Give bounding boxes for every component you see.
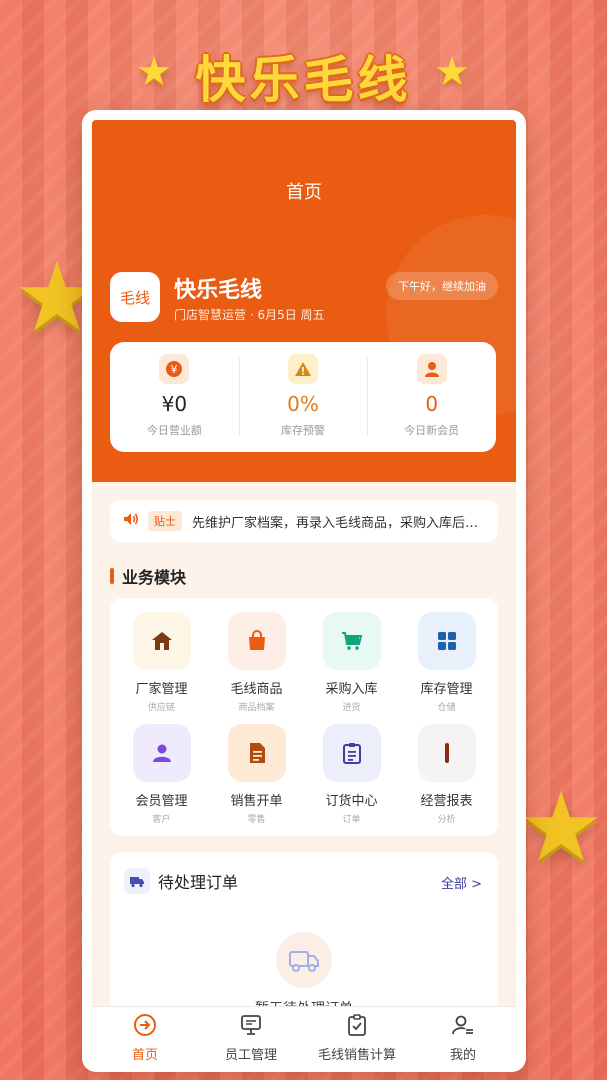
- module-sub: 客户: [152, 815, 171, 825]
- member-icon: [132, 724, 191, 782]
- tip-notice[interactable]: 贴士 先维护厂家档案，再录入毛线商品，采购入库后…: [110, 500, 498, 542]
- grid-icon: [417, 612, 476, 670]
- bottom-tab-bar: 首页 员工管理 毛线销售计算 我的: [92, 1006, 516, 1064]
- tab-label: 毛线销售计算: [317, 1048, 396, 1063]
- module-sales-order[interactable]: 销售开单 零售: [209, 724, 304, 834]
- tab-profile[interactable]: 我的: [410, 1007, 516, 1064]
- module-label: 经营报表: [420, 794, 473, 809]
- module-label: 订货中心: [325, 794, 378, 809]
- orders-title: 待处理订单: [158, 873, 239, 892]
- tab-label: 员工管理: [224, 1048, 277, 1063]
- module-label: 库存管理: [420, 682, 473, 697]
- page-title: 首页: [286, 182, 322, 203]
- store-subtitle: 门店智慧运营 · 6月5日 周五: [174, 308, 325, 322]
- star-icon: ★: [434, 49, 470, 95]
- clipboard-check-icon: [345, 1013, 369, 1041]
- module-reports[interactable]: 经营报表 分析: [399, 724, 494, 834]
- warning-icon: [288, 354, 318, 384]
- module-sub: 商品档案: [238, 703, 275, 713]
- stat-value: 0: [425, 392, 439, 416]
- checklist-icon: [322, 724, 381, 782]
- tab-yarn-calculator[interactable]: 毛线销售计算: [304, 1007, 410, 1064]
- stat-revenue[interactable]: ¥ ¥0 今日营业额: [110, 354, 239, 440]
- house-icon: [132, 612, 191, 670]
- yarn-star-decoration: ★: [517, 771, 605, 883]
- user-icon: [416, 354, 447, 384]
- document-icon: [227, 724, 286, 782]
- module-label: 采购入库: [325, 682, 378, 697]
- module-sub: 订单: [342, 815, 361, 825]
- stat-label: 今日新会员: [404, 424, 460, 437]
- tip-tag: 贴士: [148, 511, 182, 531]
- module-label: 会员管理: [135, 794, 188, 809]
- stat-value: ¥0: [161, 392, 188, 416]
- truck-icon: [124, 868, 150, 894]
- module-sub: 进货: [342, 703, 361, 713]
- phone-frame: 首页 毛线 快乐毛线 门店智慧运营 · 6月5日 周五 下午好，继续加油 ¥ ¥…: [82, 110, 526, 1072]
- module-yarn-products[interactable]: 毛线商品 商品档案: [209, 612, 304, 722]
- stats-card: ¥ ¥0 今日营业额 0% 库存预警 0 今日新会员: [110, 342, 496, 452]
- tab-label: 首页: [131, 1048, 158, 1063]
- bar-icon: [417, 724, 476, 782]
- module-label: 毛线商品: [230, 682, 283, 697]
- module-sub: 零售: [247, 815, 266, 825]
- store-logo: 毛线: [110, 272, 160, 322]
- stat-stock-warning[interactable]: 0% 库存预警: [238, 354, 368, 440]
- tab-label: 我的: [449, 1048, 476, 1063]
- cart-icon: [322, 612, 381, 670]
- module-vendor[interactable]: 厂家管理 供应链: [114, 612, 209, 722]
- module-sub: 供应链: [147, 703, 175, 713]
- modules-grid: 厂家管理 供应链 毛线商品 商品档案 采购入库 进货 库存管理 仓储 会员管理 …: [110, 598, 498, 836]
- module-sub: 分析: [437, 815, 456, 825]
- tab-staff[interactable]: 员工管理: [198, 1007, 304, 1064]
- modules-section-header: 业务模块: [110, 564, 186, 588]
- stat-value: 0%: [287, 392, 319, 416]
- tab-home[interactable]: 首页: [92, 1007, 198, 1064]
- stat-label: 库存预警: [281, 424, 325, 437]
- shopping-bag-icon: [227, 612, 286, 670]
- hero-header: 首页 毛线 快乐毛线 门店智慧运营 · 6月5日 周五 下午好，继续加油 ¥ ¥…: [92, 120, 516, 482]
- truck-icon: [276, 932, 332, 988]
- module-label: 销售开单: [230, 794, 283, 809]
- promo-title: 快乐毛线: [195, 51, 412, 109]
- app-screen: 首页 毛线 快乐毛线 门店智慧运营 · 6月5日 周五 下午好，继续加油 ¥ ¥…: [92, 120, 516, 1064]
- module-label: 厂家管理: [135, 682, 188, 697]
- section-title: 业务模块: [122, 568, 187, 587]
- tip-text: 先维护厂家档案，再录入毛线商品，采购入库后…: [192, 515, 479, 531]
- module-inventory[interactable]: 库存管理 仓储: [399, 612, 494, 722]
- module-order-center[interactable]: 订货中心 订单: [304, 724, 399, 834]
- stat-label: 今日营业额: [146, 424, 202, 437]
- store-name: 快乐毛线: [174, 278, 263, 303]
- greeting-badge: 下午好，继续加油: [386, 272, 498, 300]
- view-all-orders-link[interactable]: 全部 >: [441, 873, 482, 892]
- stat-new-members[interactable]: 0 今日新会员: [367, 354, 496, 440]
- module-purchase-in[interactable]: 采购入库 进货: [304, 612, 399, 722]
- monitor-icon: [239, 1013, 263, 1041]
- module-members[interactable]: 会员管理 客户: [114, 724, 209, 834]
- module-sub: 仓储: [437, 703, 456, 713]
- person-list-icon: [451, 1013, 475, 1041]
- yuan-icon: ¥: [159, 354, 190, 384]
- svg-text:¥: ¥: [171, 363, 178, 376]
- arrow-circle-icon: [133, 1013, 157, 1041]
- speaker-icon: [122, 510, 140, 532]
